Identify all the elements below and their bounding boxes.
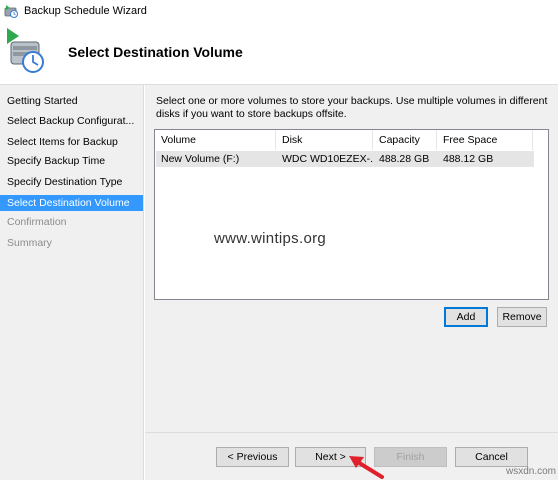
column-free-space[interactable]: Free Space <box>437 130 533 150</box>
volume-list-header: Volume Disk Capacity Free Space <box>155 130 533 150</box>
wizard-header: Select Destination Volume <box>0 22 558 84</box>
step-select-items-for-backup[interactable]: Select Items for Backup <box>0 134 143 150</box>
cell-disk: WDC WD10EZEX-... <box>282 153 374 165</box>
step-specify-backup-time[interactable]: Specify Backup Time <box>0 153 143 169</box>
cell-free-space: 488.12 GB <box>443 153 494 165</box>
instructions-text: Select one or more volumes to store your… <box>156 95 548 120</box>
step-select-destination-volume[interactable]: Select Destination Volume <box>0 195 143 211</box>
wizard-steps-sidebar: Getting Started Select Backup Configurat… <box>0 85 144 480</box>
site-tag: wsxdn.com <box>506 466 557 477</box>
step-select-backup-configuration[interactable]: Select Backup Configurat... <box>0 113 143 129</box>
backup-wizard-icon <box>7 28 44 73</box>
cell-capacity: 488.28 GB <box>379 153 430 165</box>
volume-list[interactable]: Volume Disk Capacity Free Space New Volu… <box>154 129 549 300</box>
column-disk[interactable]: Disk <box>276 130 373 150</box>
step-confirmation: Confirmation <box>7 216 67 228</box>
backup-app-icon <box>4 5 18 18</box>
window-title: Backup Schedule Wizard <box>24 5 147 17</box>
page-title: Select Destination Volume <box>68 44 243 60</box>
previous-button[interactable]: < Previous <box>216 447 289 467</box>
remove-button[interactable]: Remove <box>497 307 547 327</box>
title-bar: Backup Schedule Wizard <box>0 0 558 22</box>
step-summary: Summary <box>7 237 52 249</box>
step-getting-started[interactable]: Getting Started <box>0 93 143 109</box>
red-arrow-icon <box>349 456 384 479</box>
step-specify-destination-type[interactable]: Specify Destination Type <box>0 174 143 190</box>
watermark-text: www.wintips.org <box>214 230 327 247</box>
table-row[interactable]: New Volume (F:) WDC WD10EZEX-... 488.28 … <box>156 151 534 167</box>
wizard-content: Select one or more volumes to store your… <box>145 85 558 480</box>
footer-divider <box>145 432 558 433</box>
cell-volume: New Volume (F:) <box>161 153 240 165</box>
column-capacity[interactable]: Capacity <box>373 130 437 150</box>
add-button[interactable]: Add <box>444 307 488 327</box>
column-volume[interactable]: Volume <box>155 130 276 150</box>
cancel-button[interactable]: Cancel <box>455 447 528 467</box>
